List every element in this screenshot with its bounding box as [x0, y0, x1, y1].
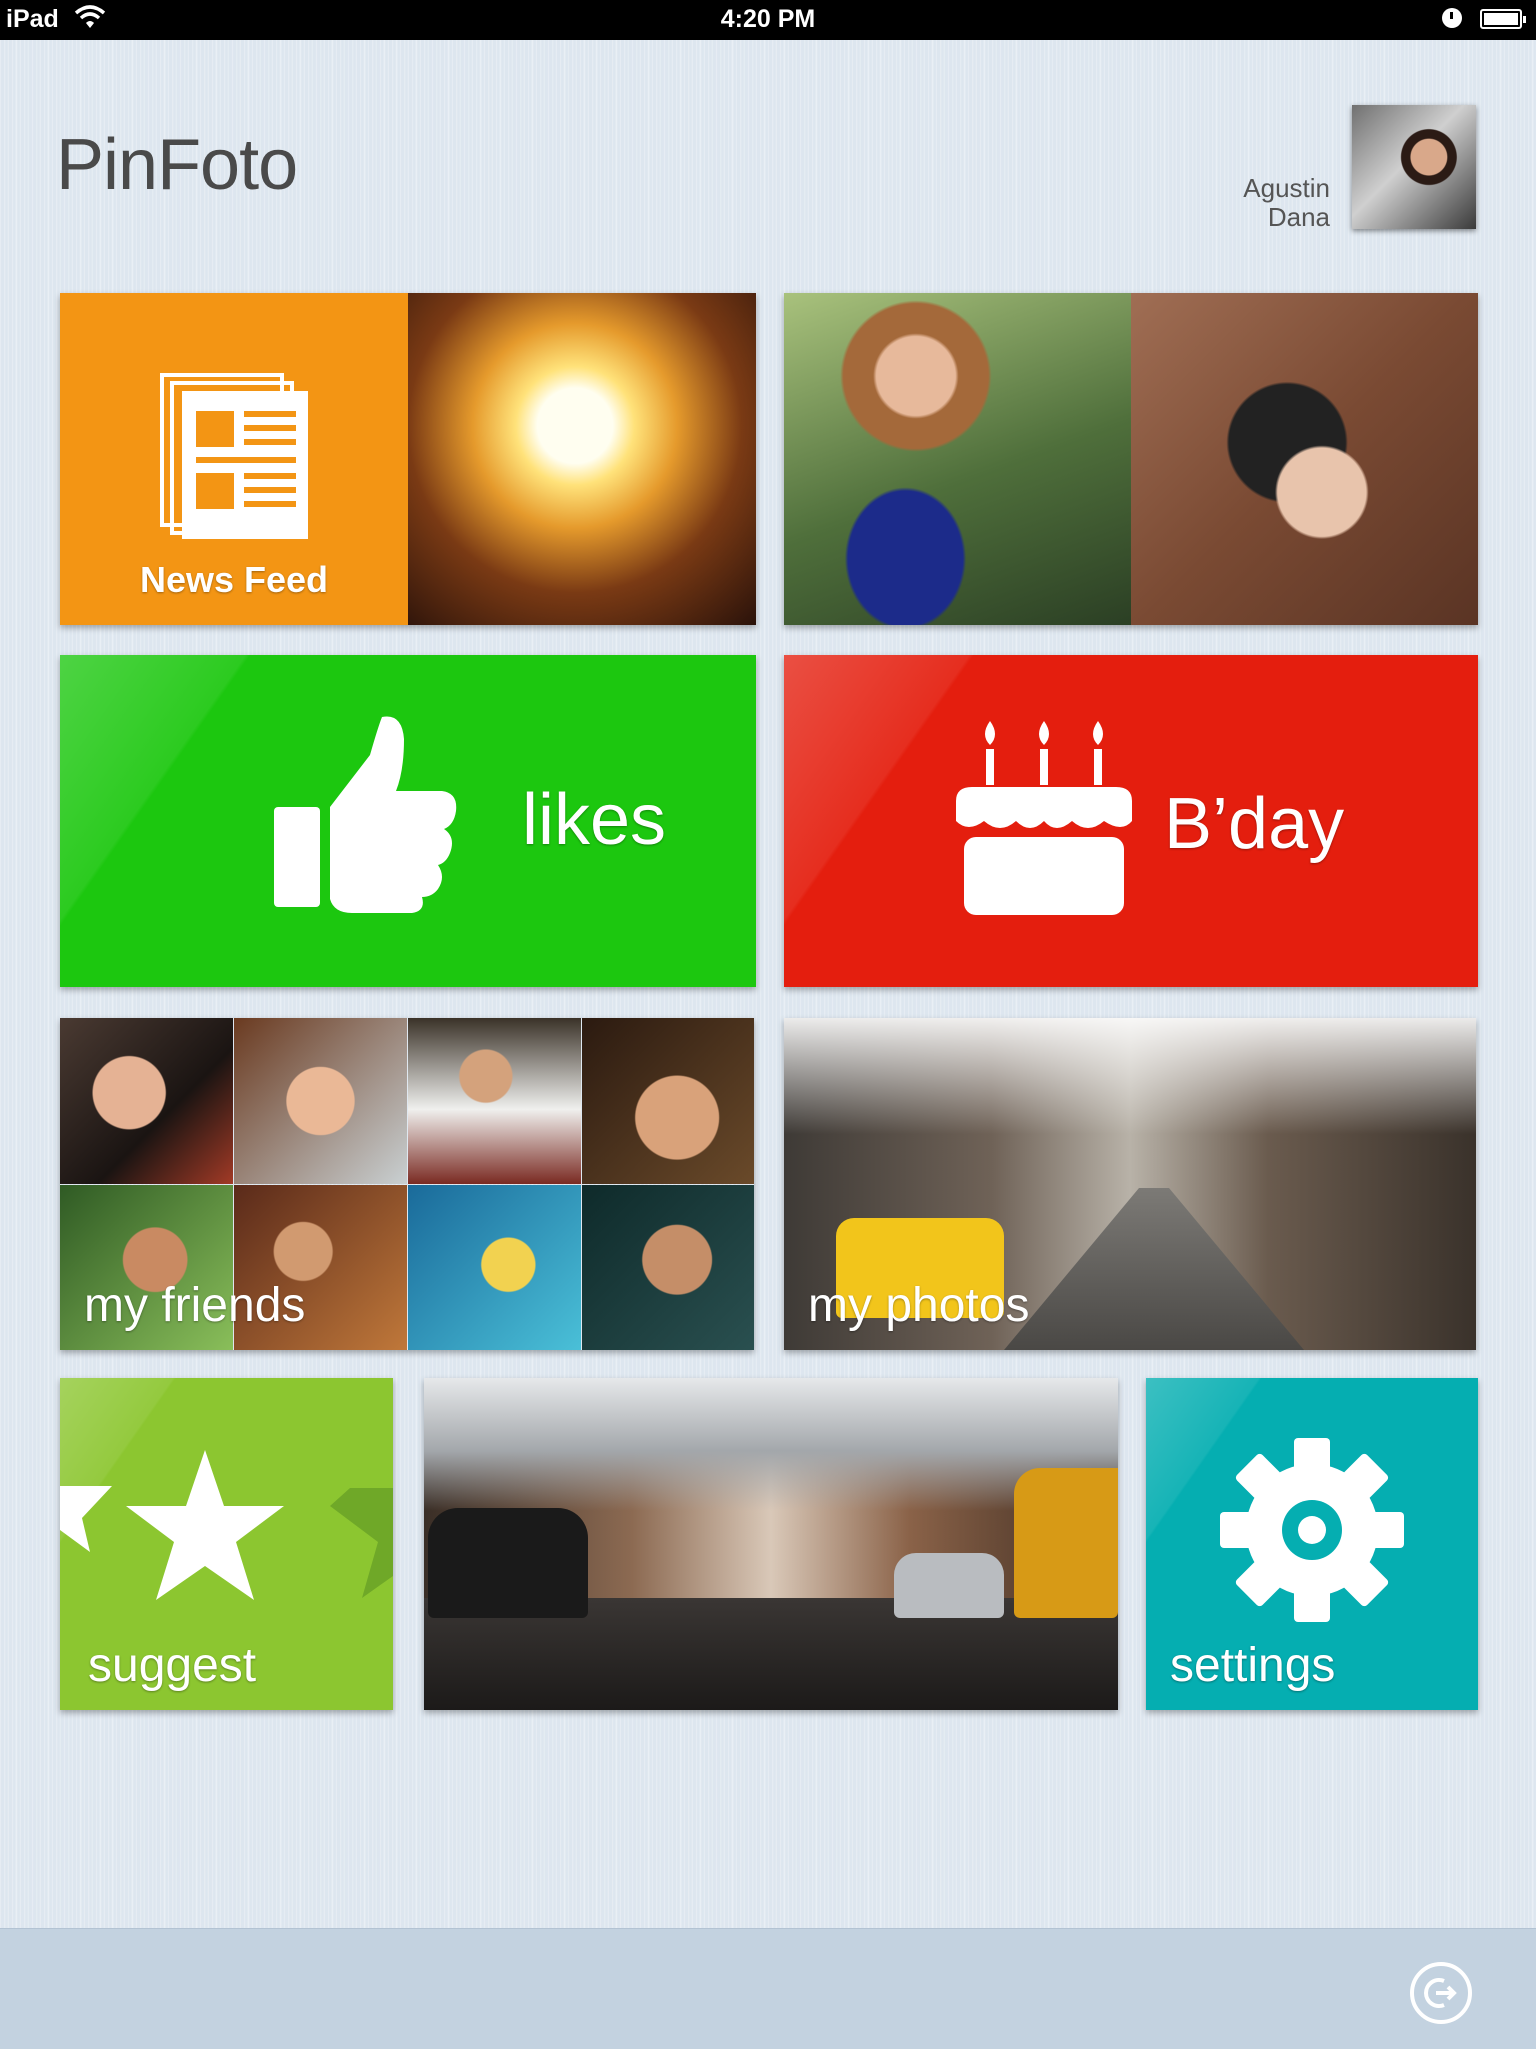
- clock: 4:20 PM: [720, 5, 816, 33]
- newspaper-icon: [160, 373, 308, 539]
- gear-icon: [1220, 1438, 1404, 1622]
- friend-photo: [60, 1018, 233, 1184]
- app-title: PinFoto: [56, 125, 298, 205]
- thumbs-up-icon: [274, 716, 457, 913]
- friend-photo: [408, 1018, 581, 1184]
- news-feed-label: News Feed: [139, 559, 329, 600]
- city-photo-tile[interactable]: [424, 1378, 1118, 1710]
- featured-photo-1: [784, 293, 1131, 625]
- suggest-tile[interactable]: suggest: [60, 1378, 393, 1710]
- street-photo-road: [1004, 1188, 1304, 1350]
- my-photos-label: my photos: [808, 1279, 1030, 1332]
- orientation-lock-icon: [1442, 8, 1462, 28]
- battery-icon: [1480, 9, 1526, 29]
- suggest-label: suggest: [88, 1639, 257, 1692]
- avatar[interactable]: [1352, 105, 1476, 229]
- status-bar: iPad 4:20 PM: [0, 0, 1536, 40]
- city-photo-car: [894, 1553, 1004, 1618]
- likes-label: likes: [522, 780, 667, 860]
- my-photos-tile[interactable]: my photos: [784, 1018, 1476, 1350]
- friend-photo: [582, 1018, 754, 1184]
- friend-photo: [408, 1185, 581, 1350]
- birthday-cake-icon: [956, 721, 1132, 915]
- featured-photo-2: [1131, 293, 1478, 625]
- logout-button[interactable]: [1410, 1962, 1472, 2024]
- settings-label: settings: [1170, 1639, 1336, 1692]
- user-first-name: Agustin: [1243, 173, 1330, 203]
- featured-photos-tile[interactable]: [784, 293, 1478, 625]
- birthday-tile[interactable]: B’day: [784, 655, 1478, 987]
- my-friends-label: my friends: [84, 1279, 306, 1332]
- bottom-app-bar: [0, 1928, 1536, 2049]
- logout-icon: [1424, 1978, 1457, 2008]
- my-friends-tile[interactable]: my friends: [60, 1018, 754, 1350]
- city-photo-car: [428, 1508, 588, 1618]
- city-photo-car: [1014, 1468, 1118, 1618]
- likes-tile[interactable]: likes: [60, 655, 756, 987]
- news-feed-tile[interactable]: News Feed: [60, 293, 756, 625]
- friend-photo: [234, 1018, 407, 1184]
- user-last-name: Dana: [1267, 202, 1330, 232]
- star-icon: [60, 1450, 393, 1600]
- user-name[interactable]: Agustin Dana: [1200, 174, 1330, 232]
- news-feed-panel: News Feed: [60, 293, 408, 625]
- settings-tile[interactable]: settings: [1146, 1378, 1478, 1710]
- friend-photo: [582, 1185, 754, 1350]
- news-feed-photo: [408, 293, 756, 625]
- birthday-label: B’day: [1164, 784, 1345, 864]
